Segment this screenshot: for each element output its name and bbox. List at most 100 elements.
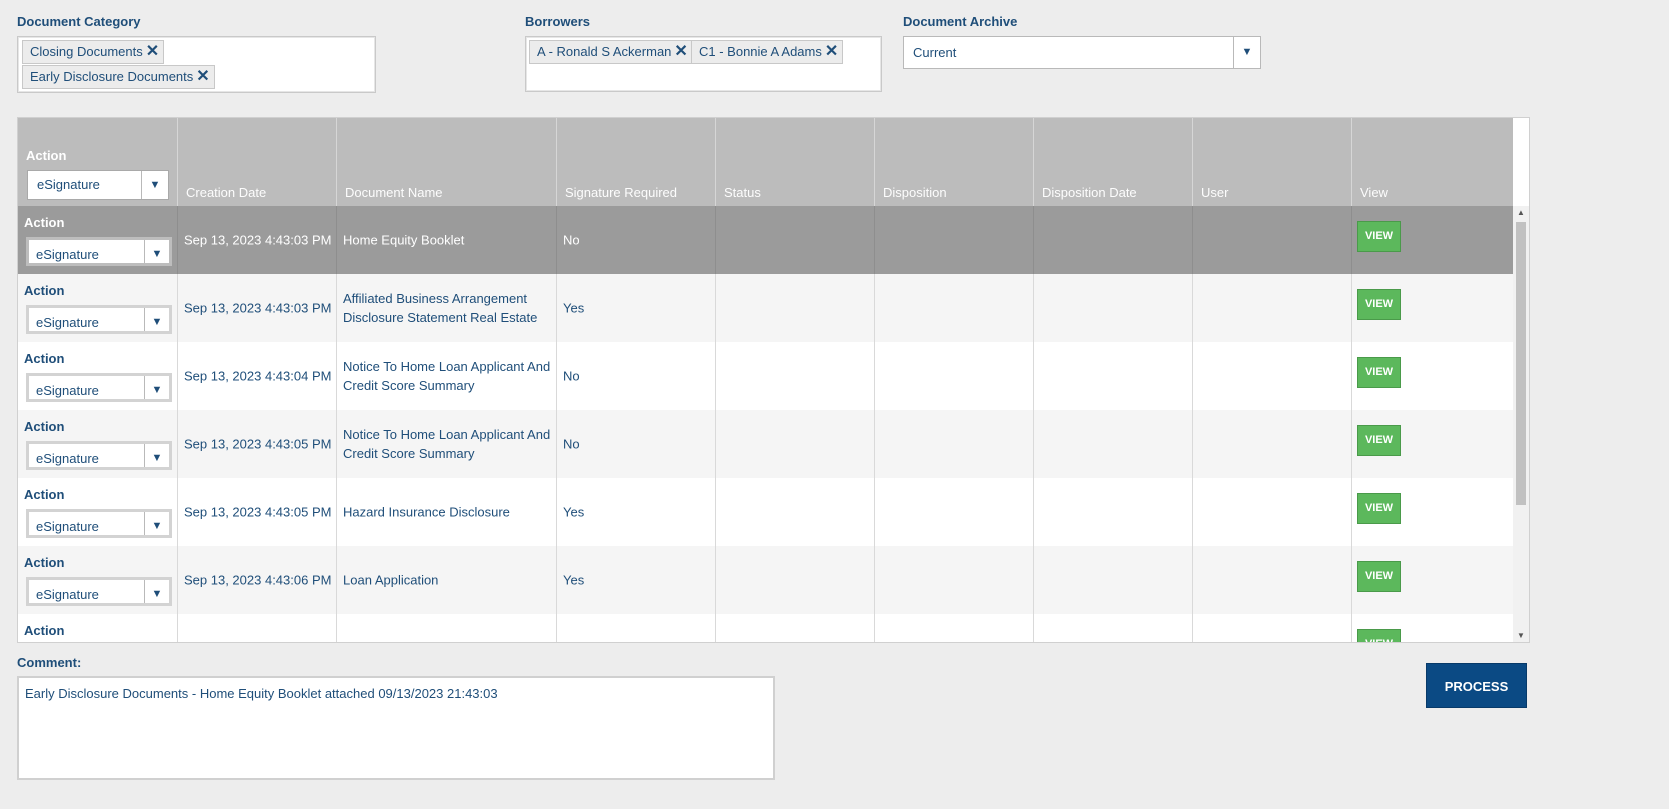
table-row[interactable]: Action eSignature ▼ Sep 13, 2023 4:43:03 PM… bbox=[18, 206, 1513, 274]
chevron-down-icon: ▼ bbox=[144, 240, 169, 263]
cell-creation-date: Sep 13, 2023 4:43:05 PM bbox=[178, 410, 337, 478]
view-button[interactable]: VIEW bbox=[1357, 289, 1401, 320]
close-icon[interactable]: ✕ bbox=[674, 43, 687, 60]
row-action-select[interactable]: eSignature ▼ bbox=[26, 441, 172, 470]
cell-view: VIEW bbox=[1352, 614, 1513, 642]
view-button[interactable]: VIEW bbox=[1357, 357, 1401, 388]
close-icon[interactable]: ✕ bbox=[146, 43, 159, 60]
document-category-multiselect[interactable]: Closing Documents ✕ Early Disclosure Docu… bbox=[17, 36, 376, 93]
cell-signature-required: No bbox=[557, 206, 716, 274]
cell-creation-date: Sep 13, 2023 4:43:04 PM bbox=[178, 342, 337, 410]
cell-action: Action eSignature ▼ bbox=[18, 546, 178, 614]
cell-document-name: Hazard Insurance Disclosure bbox=[337, 478, 557, 546]
table-row[interactable]: Action eSignature ▼ Sep 13, 2023 4:43:05 PM… bbox=[18, 410, 1513, 478]
header-document-name[interactable]: Document Name bbox=[337, 118, 557, 206]
view-button[interactable]: VIEW bbox=[1357, 561, 1401, 592]
cell-view: VIEW bbox=[1352, 546, 1513, 614]
table-row[interactable]: Action eSignature ▼ Sep 13, 2023 4:43:05 PM… bbox=[18, 478, 1513, 546]
cell-user bbox=[1193, 410, 1352, 478]
process-button[interactable]: PROCESS bbox=[1426, 663, 1527, 708]
cell-disposition-date bbox=[1034, 206, 1193, 274]
cell-view: VIEW bbox=[1352, 274, 1513, 342]
cell-document-name bbox=[337, 614, 557, 642]
document-category-label: Document Category bbox=[17, 14, 141, 29]
header-disposition[interactable]: Disposition bbox=[875, 118, 1034, 206]
cell-signature-required-text: No bbox=[563, 368, 580, 384]
cell-signature-required-text: Yes bbox=[563, 504, 585, 520]
cell-disposition-date bbox=[1034, 410, 1193, 478]
cell-action: Action eSignature ▼ bbox=[18, 274, 178, 342]
close-icon[interactable]: ✕ bbox=[825, 43, 838, 60]
header-status[interactable]: Status bbox=[716, 118, 875, 206]
cell-view: VIEW bbox=[1352, 342, 1513, 410]
view-button[interactable]: VIEW bbox=[1357, 425, 1401, 456]
header-action-select[interactable]: eSignature ▼ bbox=[27, 170, 169, 200]
header-creation-date[interactable]: Creation Date bbox=[178, 118, 337, 206]
scroll-up-icon[interactable]: ▲ bbox=[1513, 208, 1529, 217]
chevron-down-icon: ▼ bbox=[144, 376, 169, 399]
cell-view: VIEW bbox=[1352, 206, 1513, 274]
row-action-select[interactable]: eSignature ▼ bbox=[26, 305, 172, 334]
cell-document-name: Affiliated Business Arrangement Disclosu… bbox=[337, 274, 557, 342]
row-action-select[interactable]: eSignature ▼ bbox=[26, 577, 172, 606]
table-row[interactable]: Action eSignature ▼ Sep 13, 2023 4:43:04 PM… bbox=[18, 342, 1513, 410]
borrowers-multiselect[interactable]: A - Ronald S Ackerman ✕ C1 - Bonnie A Ada… bbox=[525, 36, 882, 92]
cell-user bbox=[1193, 546, 1352, 614]
cell-document-name-text: Notice To Home Loan Applicant And Credit… bbox=[343, 427, 551, 461]
view-button[interactable]: VIEW bbox=[1357, 221, 1401, 252]
table-row[interactable]: Action VIEW bbox=[18, 614, 1513, 642]
cell-disposition bbox=[875, 274, 1034, 342]
grid-scrollbar[interactable]: ▲ ▼ bbox=[1513, 206, 1529, 642]
cell-action: Action bbox=[18, 614, 178, 642]
cell-signature-required: No bbox=[557, 342, 716, 410]
view-button[interactable]: VIEW bbox=[1357, 493, 1401, 524]
documents-grid: Action eSignature ▼ Creation Date Docume… bbox=[17, 117, 1530, 643]
cell-creation-date-text: Sep 13, 2023 4:43:04 PM bbox=[184, 368, 332, 384]
cell-creation-date: Sep 13, 2023 4:43:06 PM bbox=[178, 546, 337, 614]
comment-label: Comment: bbox=[17, 655, 82, 670]
row-action-select[interactable]: eSignature ▼ bbox=[26, 373, 172, 402]
borrowers-label: Borrowers bbox=[525, 14, 591, 29]
cell-signature-required: Yes bbox=[557, 274, 716, 342]
cell-disposition-date bbox=[1034, 546, 1193, 614]
row-action-label: Action bbox=[24, 555, 65, 570]
view-button[interactable]: VIEW bbox=[1357, 629, 1401, 642]
chevron-down-icon: ▼ bbox=[144, 580, 169, 603]
table-row[interactable]: Action eSignature ▼ Sep 13, 2023 4:43:03 PM… bbox=[18, 274, 1513, 342]
cell-disposition bbox=[875, 206, 1034, 274]
cell-signature-required: Yes bbox=[557, 478, 716, 546]
header-signature-required[interactable]: Signature Required bbox=[557, 118, 716, 206]
cell-status bbox=[716, 478, 875, 546]
scroll-down-icon[interactable]: ▼ bbox=[1513, 631, 1529, 640]
row-action-select[interactable]: eSignature ▼ bbox=[26, 237, 172, 266]
cell-signature-required: Yes bbox=[557, 546, 716, 614]
row-action-label: Action bbox=[24, 419, 65, 434]
document-archive-select[interactable]: Current ▼ bbox=[903, 36, 1261, 69]
cell-creation-date bbox=[178, 614, 337, 642]
header-user[interactable]: User bbox=[1193, 118, 1352, 206]
chevron-down-icon: ▼ bbox=[1233, 37, 1260, 68]
scrollbar-thumb[interactable] bbox=[1516, 222, 1526, 505]
cell-document-name-text: Notice To Home Loan Applicant And Credit… bbox=[343, 359, 551, 393]
cell-user bbox=[1193, 614, 1352, 642]
category-tag-label: Early Disclosure Documents bbox=[30, 69, 194, 84]
close-icon[interactable]: ✕ bbox=[196, 68, 209, 85]
row-action-value: eSignature bbox=[36, 383, 99, 398]
cell-disposition-date bbox=[1034, 342, 1193, 410]
cell-document-name: Notice To Home Loan Applicant And Credit… bbox=[337, 342, 557, 410]
grid-header: Action eSignature ▼ Creation Date Docume… bbox=[18, 118, 1513, 206]
header-disposition-date[interactable]: Disposition Date bbox=[1034, 118, 1193, 206]
cell-signature-required-text: No bbox=[563, 436, 580, 452]
category-tag: Closing Documents ✕ bbox=[22, 40, 165, 64]
cell-creation-date-text: Sep 13, 2023 4:43:05 PM bbox=[184, 436, 332, 452]
cell-view: VIEW bbox=[1352, 478, 1513, 546]
row-action-select[interactable]: eSignature ▼ bbox=[26, 509, 172, 538]
header-action-label: Action bbox=[26, 148, 67, 163]
row-action-label: Action bbox=[24, 487, 65, 502]
cell-creation-date: Sep 13, 2023 4:43:03 PM bbox=[178, 274, 337, 342]
table-row[interactable]: Action eSignature ▼ Sep 13, 2023 4:43:06 PM… bbox=[18, 546, 1513, 614]
cell-creation-date: Sep 13, 2023 4:43:05 PM bbox=[178, 478, 337, 546]
document-archive-value: Current bbox=[913, 45, 957, 60]
comment-textarea[interactable] bbox=[17, 676, 775, 780]
cell-status bbox=[716, 206, 875, 274]
